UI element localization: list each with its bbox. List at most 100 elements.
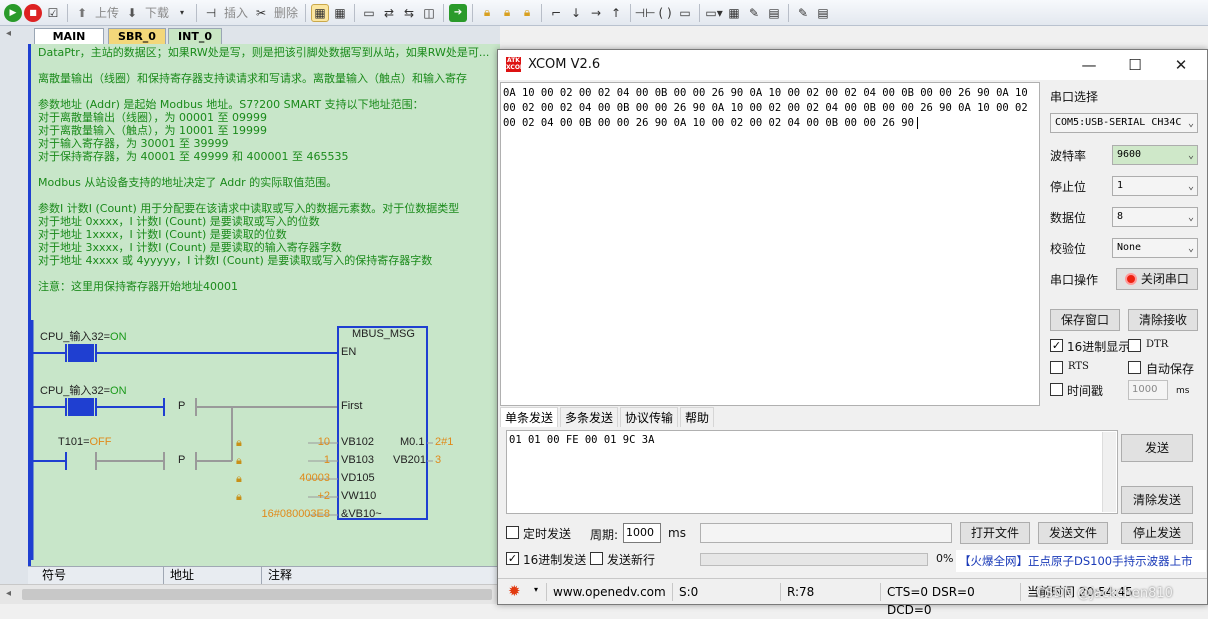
close-button[interactable]: ✕ xyxy=(1158,50,1204,80)
open-file-button[interactable]: 打开文件 xyxy=(960,522,1030,544)
comment-line: 对于输入寄存器，为 30001 至 39999 xyxy=(38,137,229,150)
edit-icon[interactable]: ✎ xyxy=(745,4,763,22)
send-button[interactable]: 发送 xyxy=(1121,434,1193,462)
delete-button[interactable]: 删除 xyxy=(274,4,298,21)
comment-line xyxy=(38,189,498,202)
properties-icon[interactable]: ▤ xyxy=(814,4,832,22)
xcom-titlebar[interactable]: ATK XCOM XCOM V2.6 — ☐ ✕ xyxy=(498,50,1207,80)
col-comment[interactable]: 注释 xyxy=(262,567,500,585)
run-icon[interactable]: ▶ xyxy=(4,3,22,22)
close-port-button[interactable]: 关闭串口 xyxy=(1116,268,1198,290)
monitor-icon[interactable]: ▦ xyxy=(311,3,330,22)
auto-save-checkbox[interactable] xyxy=(1128,361,1141,374)
file-path-input[interactable] xyxy=(700,523,952,543)
tab-main[interactable]: MAIN xyxy=(34,28,104,44)
input-pin: VW110 xyxy=(341,490,377,502)
hex-display-checkbox[interactable]: ✓ xyxy=(1050,339,1063,352)
symbol-table-header: 符号 地址 注释 xyxy=(28,566,500,585)
output-value: 3 xyxy=(435,454,442,466)
receive-area[interactable]: 0A 10 00 02 00 02 04 00 0B 00 00 26 90 0… xyxy=(500,82,1040,406)
stop-send-button[interactable]: 停止发送 xyxy=(1121,522,1193,544)
contact-icon[interactable]: ⊣⊢ xyxy=(635,4,656,22)
send-input[interactable]: 01 01 00 FE 00 01 9C 3A xyxy=(506,430,1118,514)
timestamp-input[interactable]: 1000 xyxy=(1128,380,1168,400)
box-instr-icon[interactable]: ▭ xyxy=(676,4,694,22)
data-bits-select[interactable]: 8 ⌄ xyxy=(1112,207,1198,227)
dropdown-icon[interactable]: ▾ xyxy=(173,4,191,22)
line-up-icon[interactable]: ↑ xyxy=(607,4,625,22)
chevron-down-icon[interactable]: ▾ xyxy=(534,585,538,594)
send-file-button[interactable]: 发送文件 xyxy=(1038,522,1108,544)
branch-down-icon[interactable]: ↓ xyxy=(567,4,585,22)
dtr-checkbox[interactable] xyxy=(1128,339,1141,352)
swap-icon[interactable]: ⇆ xyxy=(400,4,418,22)
comment-line: 参数地址 (Addr) 是起始 Modbus 地址。S7?200 SMART 支… xyxy=(38,98,424,111)
col-symbol[interactable]: 符号 xyxy=(36,567,164,585)
scroll-left-icon[interactable]: ◂ xyxy=(6,28,11,39)
transfer-icon[interactable]: ⇄ xyxy=(380,4,398,22)
camera-icon[interactable]: ◫ xyxy=(420,4,438,22)
minimize-button[interactable]: — xyxy=(1066,50,1112,80)
insert-button[interactable]: 插入 xyxy=(224,4,248,21)
tab-protocol[interactable]: 协议传输 xyxy=(620,407,679,427)
output-pin: VB201 xyxy=(393,454,427,466)
pin-en: EN xyxy=(341,346,357,358)
col-address[interactable]: 地址 xyxy=(164,567,262,585)
insert-icon[interactable]: ⊣ xyxy=(202,4,220,22)
send-scrollbar[interactable] xyxy=(1102,432,1116,512)
scroll-left-icon[interactable]: ◂ xyxy=(6,588,11,599)
tab-help[interactable]: 帮助 xyxy=(680,407,715,427)
lock-icon[interactable]: 🔒︎ xyxy=(478,4,496,22)
export-icon[interactable]: ➔ xyxy=(449,3,468,22)
clear-receive-button[interactable]: 清除接收 xyxy=(1128,309,1198,331)
tab-multi-send[interactable]: 多条发送 xyxy=(560,407,619,427)
send-newline-checkbox[interactable] xyxy=(590,552,603,565)
hex-send-checkbox[interactable]: ✓ xyxy=(506,552,519,565)
lock-icon: 🔒︎ xyxy=(236,436,242,449)
stop-bits-select[interactable]: 1 ⌄ xyxy=(1112,176,1198,196)
window-title: XCOM V2.6 xyxy=(528,57,601,72)
data-bits-label: 数据位 xyxy=(1050,211,1087,225)
network-icon[interactable]: ▭▾ xyxy=(705,4,723,22)
note-icon[interactable]: ▤ xyxy=(765,4,783,22)
download-button[interactable]: 下载 xyxy=(145,4,169,21)
line-icon[interactable]: → xyxy=(587,4,605,22)
baud-select[interactable]: 9600 ⌄ xyxy=(1112,145,1198,165)
save-window-button[interactable]: 保存窗口 xyxy=(1050,309,1120,331)
unlock-icon[interactable]: 🔒︎ xyxy=(498,4,516,22)
timestamp-label: 时间戳 xyxy=(1067,384,1104,398)
promo-link[interactable]: 【火爆全网】正点原子DS100手持示波器上市 xyxy=(956,550,1206,572)
maximize-button[interactable]: ☐ xyxy=(1112,50,1158,80)
tab-sbr0[interactable]: SBR_0 xyxy=(108,28,166,44)
stop-icon[interactable]: ■ xyxy=(24,3,42,22)
hex-display-label: 16进制显示 xyxy=(1067,340,1131,354)
delete-icon[interactable]: ✂ xyxy=(252,4,270,22)
rts-checkbox[interactable] xyxy=(1050,361,1063,374)
timed-send-checkbox[interactable] xyxy=(506,526,519,539)
status-url[interactable]: www.openedv.com xyxy=(546,583,670,601)
upload-icon[interactable]: ⬆ xyxy=(73,4,91,22)
grid-icon[interactable]: ▦ xyxy=(725,4,743,22)
upload-button[interactable]: 上传 xyxy=(95,4,119,21)
coil-icon[interactable]: ( ) xyxy=(656,4,674,22)
bookmark-icon[interactable]: ✎ xyxy=(794,4,812,22)
box-icon[interactable]: ▭ xyxy=(360,4,378,22)
status-lines: CTS=0 DSR=0 DCD=0 xyxy=(880,583,1020,617)
branch-icon[interactable]: ⌐ xyxy=(547,4,565,22)
lock-all-icon[interactable]: 🔒︎ xyxy=(518,4,536,22)
settings-gear-icon[interactable]: ✹ xyxy=(508,583,521,599)
comment-line: DataPtr，主站的数据区；如果RW处是写，则是把该引脚处数据写到从站，如果R… xyxy=(38,46,490,59)
download-icon[interactable]: ⬇ xyxy=(123,4,141,22)
period-input[interactable]: 1000 xyxy=(623,523,661,543)
parity-select[interactable]: None ⌄ xyxy=(1112,238,1198,258)
clear-send-button[interactable]: 清除发送 xyxy=(1121,486,1193,514)
tab-int0[interactable]: INT_0 xyxy=(168,28,222,44)
scroll-thumb[interactable] xyxy=(22,589,492,600)
watermark: CSDN @jackchen810 xyxy=(1036,586,1173,601)
port-select[interactable]: COM5:USB-SERIAL CH34C ⌄ xyxy=(1050,113,1198,133)
tab-single-send[interactable]: 单条发送 xyxy=(500,407,559,427)
lock-icon: 🔒︎ xyxy=(236,490,242,503)
table-monitor-icon[interactable]: ▦ xyxy=(331,4,349,22)
timestamp-checkbox[interactable] xyxy=(1050,383,1063,396)
compile-icon[interactable]: ☑ xyxy=(44,4,62,22)
